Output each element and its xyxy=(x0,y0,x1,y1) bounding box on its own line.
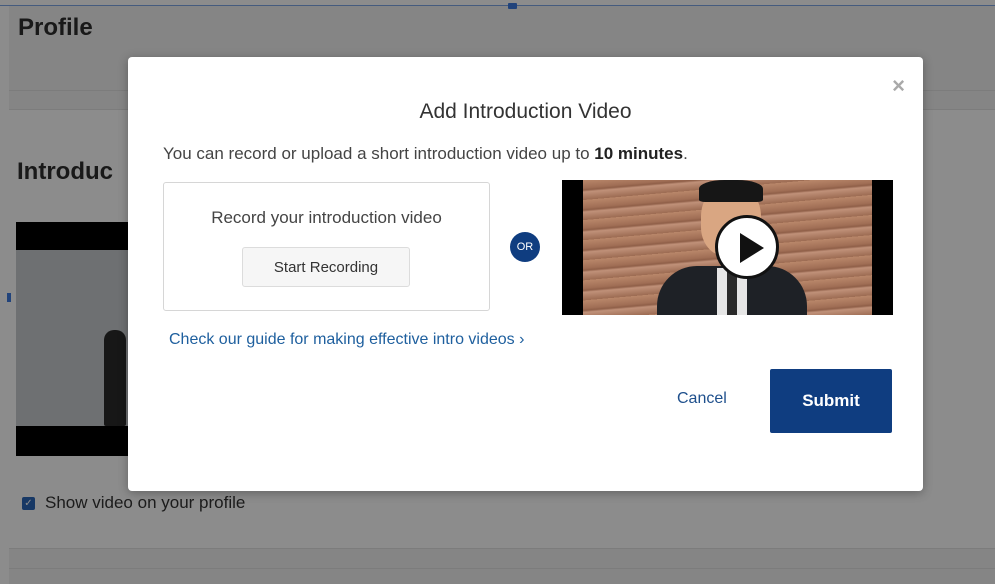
play-icon[interactable] xyxy=(715,215,779,279)
or-badge: OR xyxy=(510,232,540,262)
add-introduction-video-modal: × Add Introduction Video You can record … xyxy=(128,57,923,491)
video-background xyxy=(583,180,872,315)
close-icon[interactable]: × xyxy=(892,75,905,97)
sample-video-player[interactable] xyxy=(562,180,893,315)
person-hair xyxy=(699,180,763,202)
cancel-button[interactable]: Cancel xyxy=(677,390,727,408)
play-triangle xyxy=(740,233,764,263)
description-duration: 10 minutes xyxy=(594,144,684,163)
person-tie xyxy=(727,272,737,315)
record-video-panel: Record your introduction video Start Rec… xyxy=(163,182,490,311)
modal-title: Add Introduction Video xyxy=(419,100,632,123)
start-recording-button[interactable]: Start Recording xyxy=(242,247,410,287)
modal-description: You can record or upload a short introdu… xyxy=(163,144,688,164)
intro-video-guide-link[interactable]: Check our guide for making effective int… xyxy=(169,331,524,349)
description-suffix: . xyxy=(683,144,688,163)
submit-button[interactable]: Submit xyxy=(770,369,892,433)
description-text: You can record or upload a short introdu… xyxy=(163,144,595,163)
record-label: Record your introduction video xyxy=(211,208,442,227)
